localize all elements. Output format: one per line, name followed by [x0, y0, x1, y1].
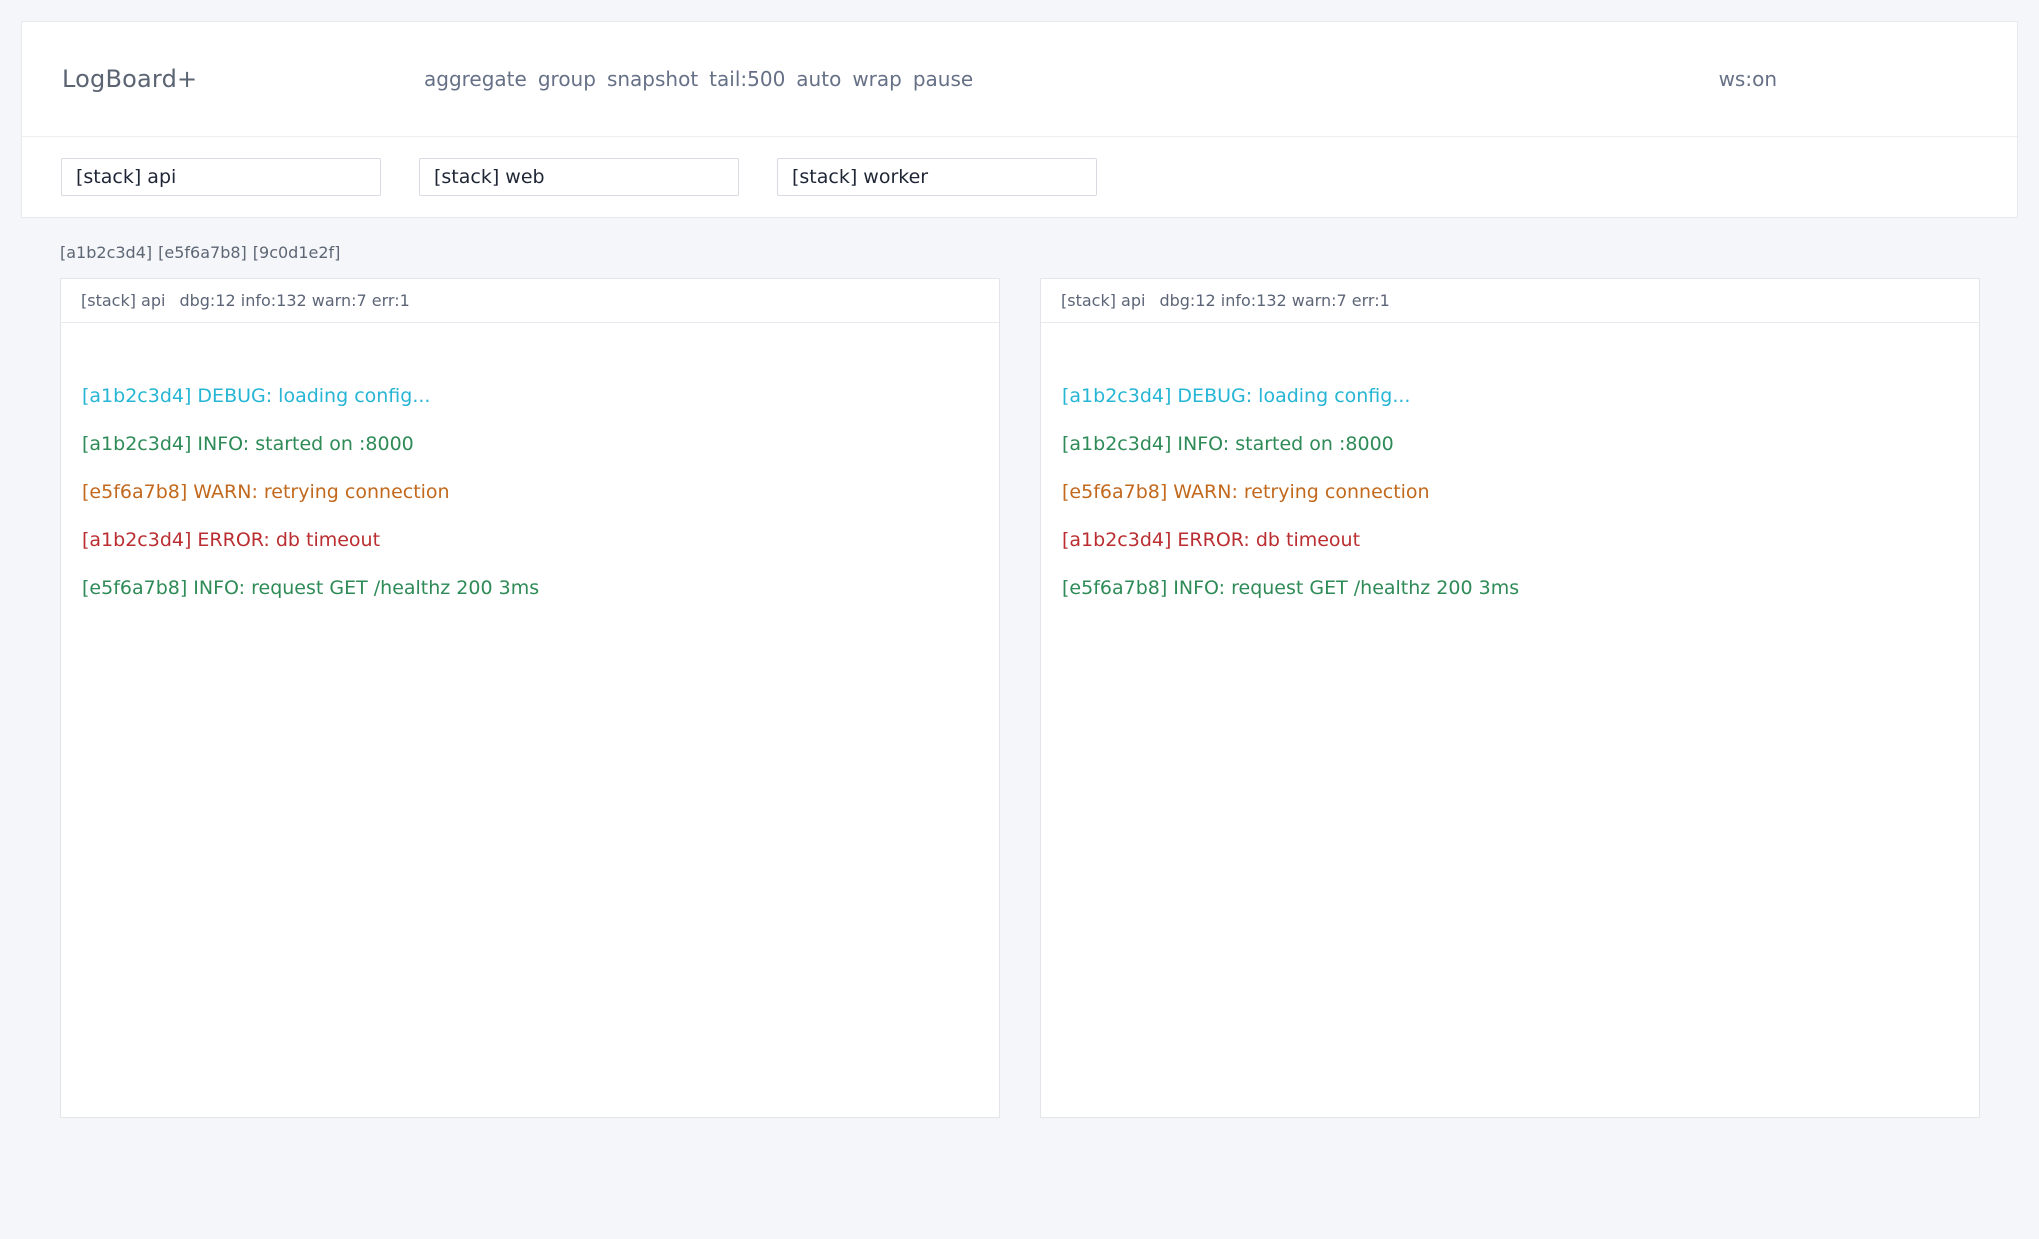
header-card: LogBoard+ aggregate group snapshot tail:… — [21, 21, 2018, 218]
trace-id-breadcrumb: [a1b2c3d4] [e5f6a7b8] [9c0d1e2f] — [60, 243, 340, 262]
panel-header: [stack] api dbg:12 info:132 warn:7 err:1 — [1041, 279, 1979, 323]
log-line: [a1b2c3d4] DEBUG: loading config... — [82, 386, 979, 406]
log-line: [e5f6a7b8] WARN: retrying connection — [1062, 482, 1959, 502]
action-auto[interactable]: auto — [796, 67, 841, 91]
filter-input-web[interactable] — [419, 158, 739, 196]
action-pause[interactable]: pause — [913, 67, 973, 91]
log-line: [a1b2c3d4] ERROR: db timeout — [82, 530, 979, 550]
action-wrap[interactable]: wrap — [852, 67, 902, 91]
log-stream[interactable]: [a1b2c3d4] DEBUG: loading config... [a1b… — [1041, 323, 1979, 1117]
panel-level-counts: dbg:12 info:132 warn:7 err:1 — [179, 291, 409, 310]
log-stream[interactable]: [a1b2c3d4] DEBUG: loading config... [a1b… — [61, 323, 999, 1117]
log-panel-left: [stack] api dbg:12 info:132 warn:7 err:1… — [60, 278, 1000, 1118]
log-line: [a1b2c3d4] DEBUG: loading config... — [1062, 386, 1959, 406]
trace-id-chip: [e5f6a7b8] — [158, 243, 247, 262]
filter-input-worker[interactable] — [777, 158, 1097, 196]
log-line: [a1b2c3d4] INFO: started on :8000 — [82, 434, 979, 454]
log-panels: [stack] api dbg:12 info:132 warn:7 err:1… — [60, 278, 1980, 1118]
action-snapshot[interactable]: snapshot — [607, 67, 698, 91]
action-group[interactable]: group — [538, 67, 596, 91]
trace-id-chip: [9c0d1e2f] — [253, 243, 341, 262]
filter-bar — [22, 137, 2017, 217]
toolbar-actions: aggregate group snapshot tail:500 auto w… — [424, 67, 1719, 91]
panel-stream-title: [stack] api — [1061, 291, 1145, 310]
panel-stream-title: [stack] api — [81, 291, 165, 310]
app-title: LogBoard+ — [62, 65, 424, 93]
header-bar: LogBoard+ aggregate group snapshot tail:… — [22, 22, 2017, 137]
trace-id-chip: [a1b2c3d4] — [60, 243, 152, 262]
log-line: [a1b2c3d4] INFO: started on :8000 — [1062, 434, 1959, 454]
log-line: [a1b2c3d4] ERROR: db timeout — [1062, 530, 1959, 550]
filter-input-api[interactable] — [61, 158, 381, 196]
action-tail[interactable]: tail:500 — [709, 67, 785, 91]
log-line: [e5f6a7b8] INFO: request GET /healthz 20… — [82, 578, 979, 598]
log-panel-right: [stack] api dbg:12 info:132 warn:7 err:1… — [1040, 278, 1980, 1118]
action-aggregate[interactable]: aggregate — [424, 67, 527, 91]
log-line: [e5f6a7b8] WARN: retrying connection — [82, 482, 979, 502]
panel-level-counts: dbg:12 info:132 warn:7 err:1 — [1159, 291, 1389, 310]
websocket-status: ws:on — [1719, 67, 1777, 91]
panel-header: [stack] api dbg:12 info:132 warn:7 err:1 — [61, 279, 999, 323]
log-line: [e5f6a7b8] INFO: request GET /healthz 20… — [1062, 578, 1959, 598]
